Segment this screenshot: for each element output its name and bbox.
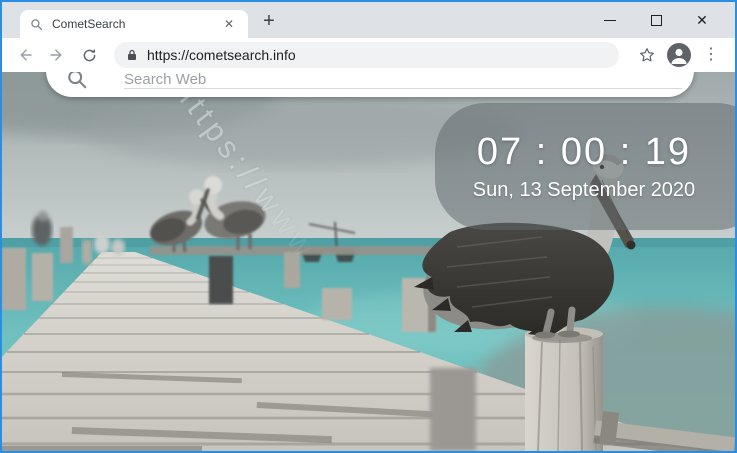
url-text: https://cometsearch.info [147, 47, 296, 63]
pelican-post [525, 327, 603, 451]
new-tab-button[interactable]: + [256, 8, 282, 34]
title-bar: CometSearch ✕ + ✕ [2, 2, 735, 38]
search-icon [31, 18, 43, 30]
page-search-bar[interactable]: Search Web [46, 72, 694, 97]
arrow-left-icon [20, 49, 32, 61]
clock-time: 07 : 00 : 19 [476, 131, 692, 174]
reload-button[interactable] [76, 42, 102, 68]
kebab-menu-icon: ⋮ [703, 46, 719, 63]
menu-button[interactable]: ⋮ [697, 41, 725, 69]
browser-window: CometSearch ✕ + ✕ https://cometsearch.in… [0, 0, 737, 453]
close-button[interactable]: ✕ [679, 2, 725, 38]
browser-toolbar: https://cometsearch.info ⋮ [2, 38, 735, 72]
star-icon [640, 48, 654, 62]
window-controls: ✕ [587, 2, 725, 38]
tab-title: CometSearch [52, 17, 126, 31]
reload-icon [83, 48, 95, 61]
search-icon [68, 72, 87, 89]
page-content: https://www. 07 : 00 : 19 Sun, 13 Septem… [2, 72, 735, 451]
bookmark-button[interactable] [633, 41, 661, 69]
search-input[interactable]: Search Web [124, 72, 682, 89]
lock-icon [128, 49, 136, 60]
avatar-icon [667, 43, 691, 67]
maximize-button[interactable] [633, 2, 679, 38]
clock-panel: 07 : 00 : 19 Sun, 13 September 2020 [435, 103, 735, 230]
clock-date: Sun, 13 September 2020 [472, 178, 696, 201]
profile-button[interactable] [665, 41, 693, 69]
tab-close-button[interactable]: ✕ [220, 16, 238, 32]
address-bar[interactable]: https://cometsearch.info [114, 42, 619, 68]
forward-button[interactable] [44, 42, 70, 68]
minimize-icon [604, 19, 616, 21]
minimize-button[interactable] [587, 2, 633, 38]
maximize-icon [650, 14, 662, 26]
arrow-right-icon [50, 49, 62, 61]
browser-tab[interactable]: CometSearch ✕ [20, 10, 248, 38]
back-button[interactable] [12, 42, 38, 68]
